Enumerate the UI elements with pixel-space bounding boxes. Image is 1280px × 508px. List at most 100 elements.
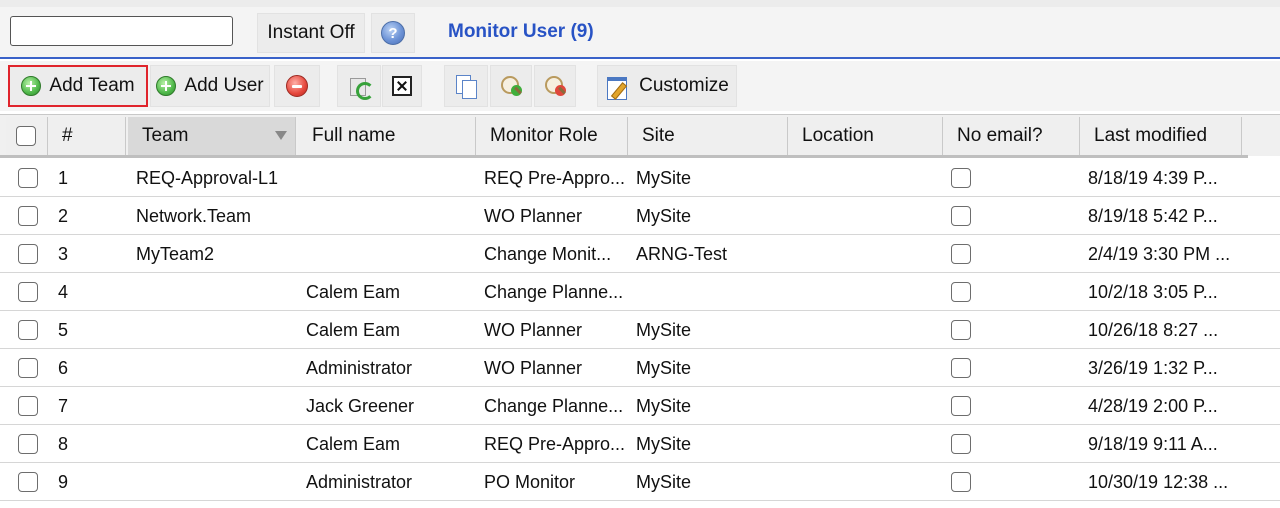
table-row[interactable]: 6 Administrator WO Planner MySite 3/26/1…	[0, 349, 1280, 387]
no-email-checkbox[interactable]	[951, 434, 971, 454]
remove-icon	[286, 75, 308, 97]
customize-icon	[605, 74, 631, 100]
table-row[interactable]: 7 Jack Greener Change Planne... MySite 4…	[0, 387, 1280, 425]
row-team: MyTeam2	[136, 243, 215, 264]
add-icon	[21, 76, 42, 96]
column-header-team[interactable]: Team	[128, 117, 296, 155]
row-number: 6	[58, 357, 69, 378]
row-site: MySite	[636, 433, 692, 454]
table-row[interactable]: 1 REQ-Approval-L1 REQ Pre-Appro... MySit…	[0, 159, 1280, 197]
row-full-name: Jack Greener	[306, 395, 415, 416]
row-no-email-cell	[951, 311, 981, 349]
row-checkbox[interactable]	[18, 320, 38, 340]
search-input[interactable]	[10, 16, 233, 46]
customize-button[interactable]: Customize	[597, 65, 737, 107]
add-team-label: Add Team	[49, 75, 135, 96]
close-button[interactable]	[382, 65, 422, 107]
row-number: 8	[58, 433, 69, 454]
select-all-cell	[6, 117, 48, 155]
row-number: 7	[58, 395, 69, 416]
row-monitor-role: PO Monitor	[484, 471, 576, 492]
select-all-checkbox[interactable]	[16, 126, 36, 146]
row-team	[136, 387, 296, 425]
table-row[interactable]: 5 Calem Eam WO Planner MySite 10/26/18 8…	[0, 311, 1280, 349]
row-no-email-cell	[951, 349, 981, 387]
no-email-checkbox[interactable]	[951, 358, 971, 378]
no-email-checkbox[interactable]	[951, 168, 971, 188]
row-location	[796, 311, 941, 349]
table-row[interactable]: 8 Calem Eam REQ Pre-Appro... MySite 9/18…	[0, 425, 1280, 463]
refresh-icon	[347, 74, 374, 100]
row-number: 5	[58, 319, 69, 340]
row-site: MySite	[636, 357, 692, 378]
search-bar: Instant Off ? Monitor User (9)	[0, 7, 1280, 59]
table-row[interactable]: 2 Network.Team WO Planner MySite 8/19/18…	[0, 197, 1280, 235]
top-strip	[0, 0, 1280, 7]
no-email-checkbox[interactable]	[951, 206, 971, 226]
row-site: MySite	[636, 205, 692, 226]
add-team-button[interactable]: Add Team	[8, 65, 148, 107]
zoom-in-button[interactable]	[490, 65, 532, 107]
row-location	[796, 387, 941, 425]
row-full-name: Calem Eam	[306, 281, 401, 302]
row-last-modified: 2/4/19 3:30 PM ...	[1088, 243, 1231, 264]
column-header-full-name[interactable]: Full name	[298, 117, 476, 155]
row-last-modified: 8/18/19 4:39 P...	[1088, 167, 1218, 188]
row-last-modified: 3/26/19 1:32 P...	[1088, 357, 1218, 378]
row-checkbox[interactable]	[18, 396, 38, 416]
row-full-name: Calem Eam	[306, 433, 401, 454]
row-select-cell	[18, 311, 42, 349]
table-header: # Team Full name Monitor Role Site Locat…	[0, 114, 1280, 158]
row-site: MySite	[636, 471, 692, 492]
column-header-site[interactable]: Site	[628, 117, 788, 155]
no-email-checkbox[interactable]	[951, 282, 971, 302]
row-team	[136, 311, 296, 349]
row-last-modified: 4/28/19 2:00 P...	[1088, 395, 1218, 416]
row-team: REQ-Approval-L1	[136, 167, 279, 188]
row-checkbox[interactable]	[18, 434, 38, 454]
column-header-location[interactable]: Location	[788, 117, 943, 155]
row-site: ARNG-Test	[636, 243, 728, 264]
instant-toggle-button[interactable]: Instant Off	[257, 13, 365, 53]
row-checkbox[interactable]	[18, 168, 38, 188]
row-team	[136, 425, 296, 463]
row-checkbox[interactable]	[18, 282, 38, 302]
no-email-checkbox[interactable]	[951, 320, 971, 340]
row-location	[796, 197, 941, 235]
row-full-name: Calem Eam	[306, 319, 401, 340]
column-header-monitor-role[interactable]: Monitor Role	[476, 117, 628, 155]
row-no-email-cell	[951, 387, 981, 425]
row-full-name	[306, 197, 471, 235]
remove-button[interactable]	[274, 65, 320, 107]
table-row[interactable]: 9 Administrator PO Monitor MySite 10/30/…	[0, 463, 1280, 501]
add-user-button[interactable]: Add User	[150, 65, 270, 107]
row-select-cell	[18, 273, 42, 311]
row-monitor-role: Change Planne...	[484, 395, 624, 416]
no-email-checkbox[interactable]	[951, 244, 971, 264]
row-no-email-cell	[951, 159, 981, 197]
help-button[interactable]: ?	[371, 13, 415, 53]
refresh-button[interactable]	[337, 65, 381, 107]
row-site: MySite	[636, 167, 692, 188]
row-checkbox[interactable]	[18, 472, 38, 492]
column-header-number[interactable]: #	[48, 117, 126, 155]
no-email-checkbox[interactable]	[951, 472, 971, 492]
table-row[interactable]: 4 Calem Eam Change Planne... 10/2/18 3:0…	[0, 273, 1280, 311]
zoom-out-button[interactable]	[534, 65, 576, 107]
copy-button[interactable]	[444, 65, 488, 107]
column-header-no-email[interactable]: No email?	[943, 117, 1080, 155]
row-team	[136, 349, 296, 387]
no-email-checkbox[interactable]	[951, 396, 971, 416]
row-checkbox[interactable]	[18, 244, 38, 264]
help-icon: ?	[381, 21, 405, 45]
row-team	[136, 463, 296, 501]
row-checkbox[interactable]	[18, 206, 38, 226]
row-location	[796, 273, 941, 311]
row-select-cell	[18, 197, 42, 235]
row-last-modified: 10/30/19 12:38 ...	[1088, 471, 1229, 492]
row-checkbox[interactable]	[18, 358, 38, 378]
row-number: 1	[58, 167, 69, 188]
row-last-modified: 8/19/18 5:42 P...	[1088, 205, 1218, 226]
column-header-last-modified[interactable]: Last modified	[1080, 117, 1242, 155]
table-row[interactable]: 3 MyTeam2 Change Monit... ARNG-Test 2/4/…	[0, 235, 1280, 273]
